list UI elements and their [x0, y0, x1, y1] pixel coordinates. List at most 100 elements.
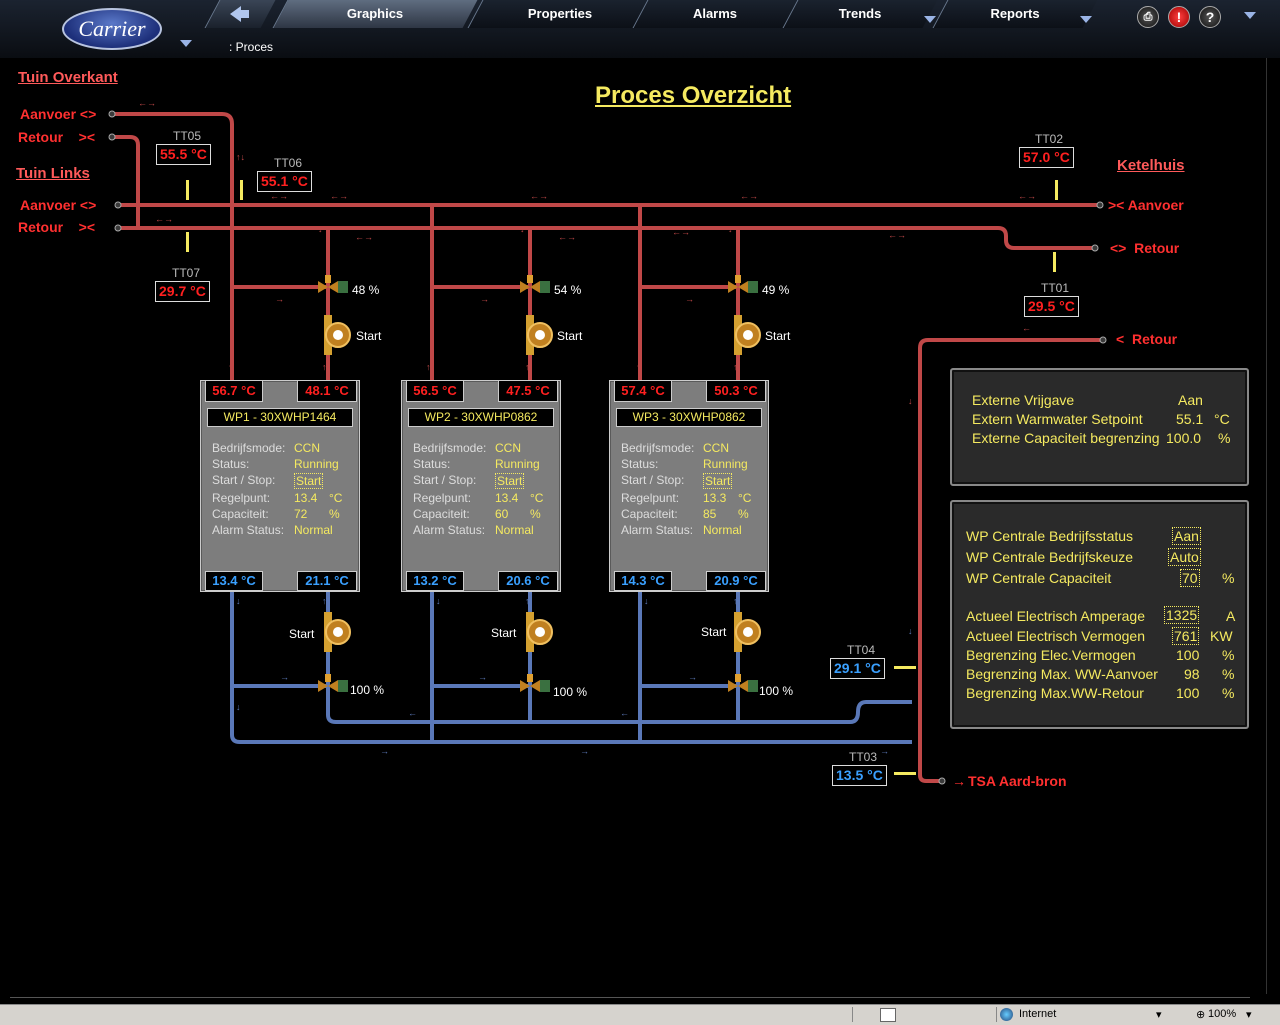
svg-text:↓: ↓ — [236, 702, 241, 712]
horizontal-scrollbar[interactable] — [0, 993, 1266, 1003]
alarm-value: Normal — [495, 523, 534, 537]
tuin-overkant-link[interactable]: Tuin Overkant — [18, 69, 118, 86]
bedrijfsstatus-value[interactable]: Aan — [1172, 527, 1201, 545]
help-icon[interactable]: ? — [1199, 6, 1221, 28]
svg-text:→: → — [478, 672, 487, 682]
setpoint-value: 13.4 — [294, 491, 318, 505]
pump-status-wp3-bottom[interactable]: Start — [701, 625, 726, 639]
svg-text:←→: ←→ — [1018, 191, 1036, 201]
startstop-button[interactable]: Start — [703, 473, 733, 489]
panel-row-value: Aan — [1178, 392, 1203, 408]
tsa-arrow-icon: → — [952, 773, 966, 789]
tab-trends[interactable]: Trends — [782, 0, 938, 28]
svg-text:↑: ↑ — [228, 362, 233, 372]
setpoint-label: Regelpunt: — [413, 491, 472, 505]
logo-menu-chevron-down-icon[interactable] — [180, 40, 192, 47]
sensor-value-tt04[interactable]: 29.1 °C — [830, 658, 885, 679]
sensor-value-tt06[interactable]: 55.1 °C — [257, 171, 312, 192]
setpoint-unit: °C — [738, 491, 752, 505]
pump-status-wp3-top[interactable]: Start — [765, 329, 790, 343]
unit-evap-in-temp: 13.4 °C — [205, 571, 263, 591]
unit-evap-in-temp: 13.2 °C — [406, 571, 464, 591]
tab-properties[interactable]: Properties — [467, 0, 653, 28]
ketelhuis-link[interactable]: Ketelhuis — [1117, 157, 1185, 174]
options-chevron-down-icon[interactable] — [1244, 12, 1256, 19]
pump-status-wp2-top[interactable]: Start — [557, 329, 582, 343]
sensor-value-tt03[interactable]: 13.5 °C — [832, 765, 887, 786]
mode-label: Bedrijfsmode: — [413, 441, 487, 455]
capacity-label: Capaciteit: — [621, 507, 678, 521]
svg-text:↓: ↓ — [908, 626, 913, 636]
panel-row-label: WP Centrale Capaciteit — [966, 570, 1112, 586]
svg-text:↓: ↓ — [728, 224, 733, 234]
startstop-button[interactable]: Start — [294, 473, 324, 489]
cold-pipes — [230, 590, 912, 744]
panel-row-unit: % — [1222, 570, 1235, 586]
unit-evap-out-temp: 20.6 °C — [498, 571, 558, 591]
zoom-chevron-down-icon[interactable]: ▾ — [1246, 1008, 1252, 1021]
heat-pump-unit-wp1[interactable]: 56.7 °C 48.1 °C WP1 - 30XWHP1464 Bedrijf… — [200, 380, 360, 592]
sensor-label-tt07: TT07 — [172, 266, 201, 280]
zoom-level[interactable]: 100% — [1208, 1008, 1236, 1020]
page-icon — [880, 1008, 896, 1022]
heat-pump-unit-wp3[interactable]: 57.4 °C 50.3 °C WP3 - 30XWHP0862 Bedrijf… — [609, 380, 769, 592]
sensor-value-tt01[interactable]: 29.5 °C — [1024, 296, 1079, 317]
pump-status-wp1-bottom[interactable]: Start — [289, 627, 314, 641]
retour-ketelhuis-label: <> Retour — [1110, 240, 1180, 256]
setpoint-value: 13.3 — [703, 491, 727, 505]
sensor-label-tt04: TT04 — [847, 643, 876, 657]
panel-row-value: 98 — [1184, 666, 1200, 682]
print-icon[interactable]: ⎙ — [1137, 6, 1159, 28]
startstop-button[interactable]: Start — [495, 473, 525, 489]
heat-pump-unit-wp2[interactable]: 56.5 °C 47.5 °C WP2 - 30XWHP0862 Bedrijf… — [401, 380, 561, 592]
setpoint-unit: °C — [329, 491, 343, 505]
back-button[interactable] — [204, 0, 276, 28]
startstop-label: Start / Stop: — [212, 473, 276, 487]
security-zone-label: Internet — [1019, 1008, 1057, 1020]
valve-position-wp1-top: 48 % — [352, 283, 380, 297]
alarm-value: Normal — [703, 523, 742, 537]
svg-text:←→: ←→ — [558, 232, 576, 242]
svg-text:←→: ←→ — [330, 191, 348, 201]
svg-text:→: → — [688, 672, 697, 682]
capaciteit-value[interactable]: 70 — [1180, 569, 1200, 587]
panel-row-unit: % — [1222, 647, 1235, 663]
breadcrumb: : Proces — [229, 40, 274, 54]
setpoint-label: Regelpunt: — [621, 491, 680, 505]
reports-chevron-down-icon[interactable] — [1080, 16, 1092, 23]
sensor-value-tt07[interactable]: 29.7 °C — [155, 281, 210, 302]
svg-text:→: → — [380, 746, 389, 756]
pump-status-wp1-top[interactable]: Start — [356, 329, 381, 343]
alarm-value: Normal — [294, 523, 333, 537]
bedrijfskeuze-value[interactable]: Auto — [1168, 548, 1201, 566]
capacity-value: 60 — [495, 507, 509, 521]
panel-row-label: Actueel Electrisch Amperage — [966, 608, 1145, 624]
sensor-value-tt02[interactable]: 57.0 °C — [1019, 147, 1074, 168]
pump-status-wp2-bottom[interactable]: Start — [491, 626, 516, 640]
status-label: Status: — [621, 457, 659, 471]
alarm-icon[interactable]: ! — [1168, 6, 1190, 28]
mode-label: Bedrijfsmode: — [621, 441, 695, 455]
vertical-scrollbar[interactable] — [1266, 58, 1280, 994]
svg-text:↑: ↑ — [525, 362, 530, 372]
svg-text:→: → — [280, 672, 289, 682]
tab-graphics[interactable]: Graphics — [272, 0, 478, 28]
trends-chevron-down-icon[interactable] — [924, 16, 936, 23]
aanvoer-overkant-label: Aanvoer <> — [20, 106, 97, 122]
valve-position-wp2-bottom: 100 % — [553, 685, 588, 699]
zoom-icon[interactable]: ⊕ — [1196, 1008, 1205, 1021]
panel-row-unit: % — [1222, 666, 1235, 682]
tab-alarms[interactable]: Alarms — [632, 0, 798, 28]
unit-inlet-temp: 57.4 °C — [614, 380, 672, 402]
protected-mode-icon[interactable]: ▾ — [1156, 1008, 1162, 1021]
unit-name: WP3 - 30XWHP0862 — [616, 408, 762, 427]
svg-text:←→: ←→ — [888, 230, 906, 240]
vermogen-value[interactable]: 761 — [1172, 627, 1200, 645]
tab-reports[interactable]: Reports — [932, 0, 1098, 28]
tuin-links-link[interactable]: Tuin Links — [16, 165, 90, 182]
sensor-value-tt05[interactable]: 55.5 °C — [156, 144, 211, 165]
amperage-value[interactable]: 1325 — [1164, 606, 1200, 624]
panel-row-unit: A — [1226, 608, 1236, 624]
retour-links-label: Retour >< — [18, 219, 96, 235]
svg-text:↓: ↓ — [520, 224, 525, 234]
